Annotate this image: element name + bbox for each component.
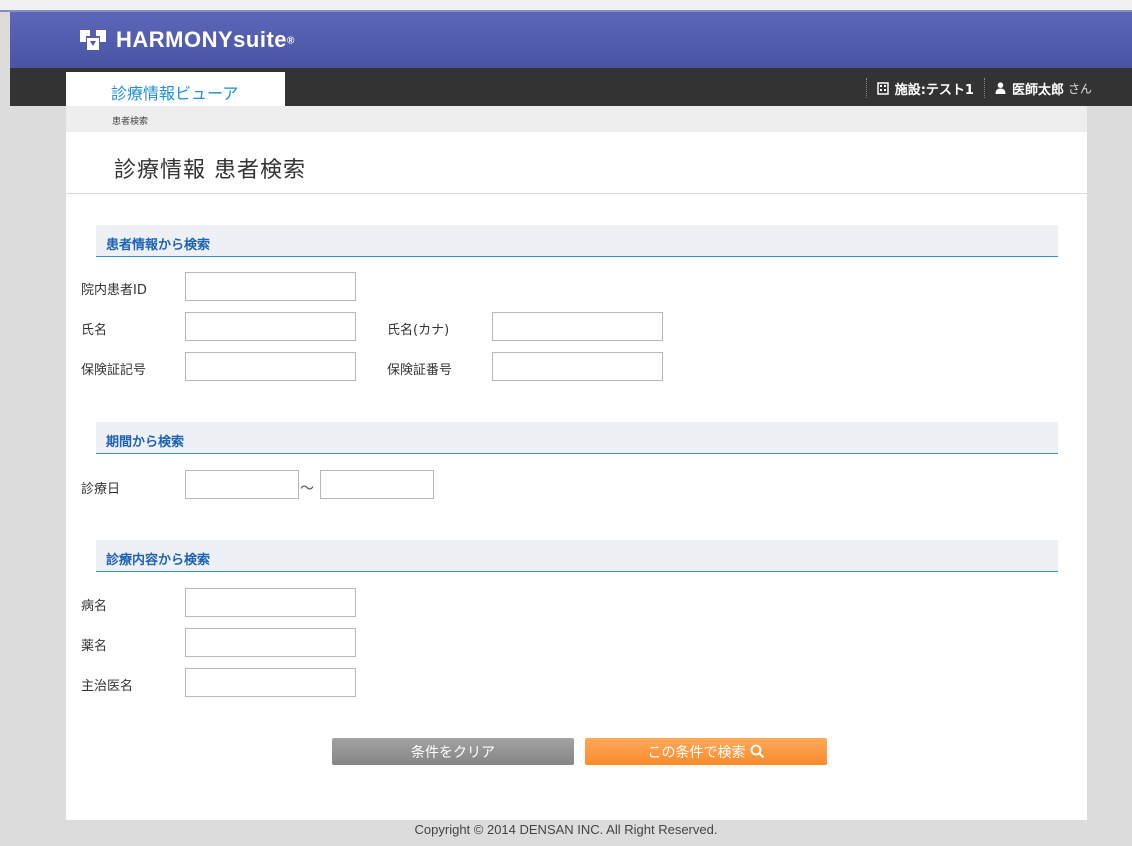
section-period-header: 期間から検索 [96, 422, 1058, 454]
visit-date-to-input[interactable] [320, 470, 434, 499]
insurance-number-label: 保険証番号 [387, 363, 453, 378]
tab-clinical-viewer[interactable]: 診療情報ビューア [66, 72, 285, 106]
search-button-label: この条件で検索 [647, 744, 746, 761]
date-range-separator: ～ [300, 481, 314, 497]
brand-logo[interactable]: HARMONYsuite® [78, 27, 295, 53]
title-divider [66, 193, 1087, 194]
search-panel: 診療情報 患者検索 患者情報から検索 院内患者ID 氏名 氏名(カナ) 保険証記… [66, 132, 1087, 820]
name-kana-label: 氏名(カナ) [387, 323, 450, 338]
harmony-logo-icon [80, 30, 106, 50]
name-input[interactable] [185, 312, 356, 341]
section-patient-header: 患者情報から検索 [96, 225, 1058, 257]
name-label: 氏名 [81, 323, 108, 338]
insurance-number-input[interactable] [492, 352, 663, 381]
doctor-input[interactable] [185, 668, 356, 697]
building-icon [876, 81, 889, 95]
app-header: HARMONYsuite® [10, 12, 1132, 68]
insurance-symbol-input[interactable] [185, 352, 356, 381]
nav-separator [865, 78, 867, 98]
patient-id-input[interactable] [185, 272, 356, 301]
name-kana-input[interactable] [492, 312, 663, 341]
brand-name: HARMONYsuite® [116, 27, 295, 52]
footer-copyright: Copyright © 2014 DENSAN INC. All Right R… [414, 822, 718, 837]
disease-input[interactable] [185, 588, 356, 617]
user-suffix: さん [1067, 81, 1092, 96]
patient-id-label: 院内患者ID [81, 283, 147, 298]
visit-date-from-input[interactable] [185, 470, 299, 499]
page-title: 診療情報 患者検索 [114, 158, 306, 183]
browser-top-strip [0, 0, 1132, 12]
nav-user-area: 施設:テスト1 医師太郎 さん [856, 78, 1092, 98]
nav-separator [983, 78, 985, 98]
nav-bar: 診療情報ビューア 施設:テスト1 医師太郎 さん [10, 68, 1132, 106]
search-icon [750, 744, 764, 759]
doctor-label: 主治医名 [81, 679, 134, 694]
user-name[interactable]: 医師太郎 [1012, 79, 1064, 98]
visit-date-label: 診療日 [81, 482, 121, 497]
drug-label: 薬名 [81, 639, 108, 654]
search-button[interactable]: この条件で検索 [585, 738, 827, 765]
breadcrumb: 患者検索 [66, 106, 1087, 132]
drug-input[interactable] [185, 628, 356, 657]
insurance-symbol-label: 保険証記号 [81, 363, 147, 378]
section-content-header: 診療内容から検索 [96, 540, 1058, 572]
clear-button-label: 条件をクリア [411, 744, 495, 761]
user-icon [995, 82, 1006, 94]
facility-label[interactable]: 施設:テスト1 [895, 79, 974, 98]
clear-conditions-button[interactable]: 条件をクリア [332, 738, 574, 765]
disease-label: 病名 [81, 599, 108, 614]
